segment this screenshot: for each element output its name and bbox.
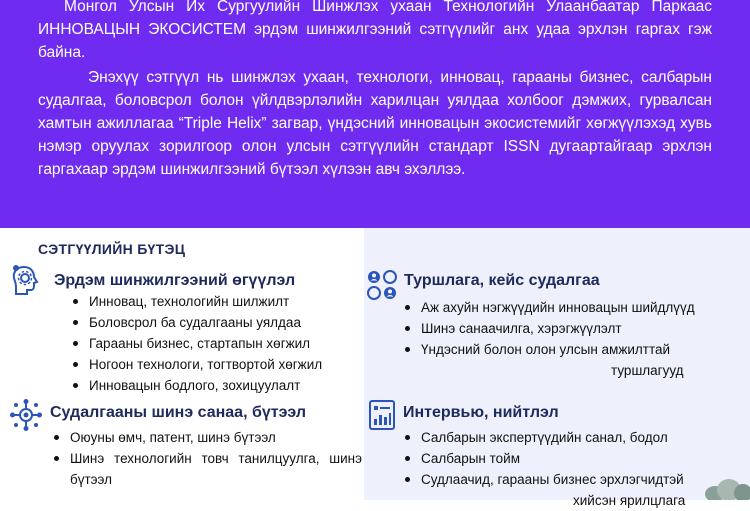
list-item: туршлагууд xyxy=(611,363,684,378)
ideas-list: Оюуны өмч, патент, шинэ бүтээл Шинэ техн… xyxy=(54,427,362,490)
head-gear-icon xyxy=(10,263,44,297)
list-item: Шинэ технологийн товч танилцуулга, шинэ … xyxy=(54,448,362,490)
experience-list: Аж ахуйн нэгжүүдийн инновацын шийдлүүд Ш… xyxy=(405,297,741,381)
section-title-ideas: Судалгааны шинэ санаа, бүтээл xyxy=(50,404,307,421)
report-chart-icon xyxy=(365,398,399,432)
list-item: Судлаачид, гарааны бизнес эрхлэгчидтэй xyxy=(405,469,741,490)
network-nodes-icon xyxy=(9,398,43,432)
people-network-icon xyxy=(365,268,399,302)
list-item: Инновац, технологийн шилжилт xyxy=(72,291,322,312)
intro-panel: Монгол Улсын Их Сургуулийн Шинжлэх ухаан… xyxy=(0,0,750,228)
list-item: Аж ахуйн нэгжүүдийн инновацын шийдлүүд xyxy=(405,297,741,318)
section-title-experience: Туршлага, кейс судалгаа xyxy=(404,272,600,289)
intro-paragraph-2: Энэхүү сэтгүүл нь шинжлэх ухаан, техноло… xyxy=(38,69,712,178)
plant-decoration xyxy=(705,476,750,502)
list-item: Боловсрол ба судалгааны уялдаа xyxy=(72,312,322,333)
list-item: Салбарын экспертүүдийн санал, бодол xyxy=(405,427,741,448)
section-title-interview: Интервью, нийтлэл xyxy=(403,404,559,421)
list-item: Салбарын тойм xyxy=(405,448,741,469)
list-item: Инновацын бодлого, зохицуулалт xyxy=(72,375,322,396)
list-item: хийсэн ярилцлага xyxy=(573,493,686,508)
intro-paragraph-1: Монгол Улсын Их Сургуулийн Шинжлэх ухаан… xyxy=(38,0,712,61)
research-list: Инновац, технологийн шилжилт Боловсрол б… xyxy=(72,291,322,396)
list-item: Оюуны өмч, патент, шинэ бүтээл xyxy=(54,427,362,448)
list-item: Ногоон технологи, тогтвортой хөгжил xyxy=(72,354,322,375)
section-title-research: Эрдэм шинжилгээний өгүүлэл xyxy=(54,272,296,289)
interview-list: Салбарын экспертүүдийн санал, бодол Салб… xyxy=(405,427,741,511)
structure-title: СЭТГҮҮЛИЙН БҮТЭЦ xyxy=(38,241,186,257)
list-item: Шинэ санаачилга, хэрэгжүүлэлт xyxy=(405,318,741,339)
list-item: Гарааны бизнес, стартапын хөгжил xyxy=(72,333,322,354)
list-item: Үндэсний болон олон улсын амжилттай xyxy=(405,339,741,360)
